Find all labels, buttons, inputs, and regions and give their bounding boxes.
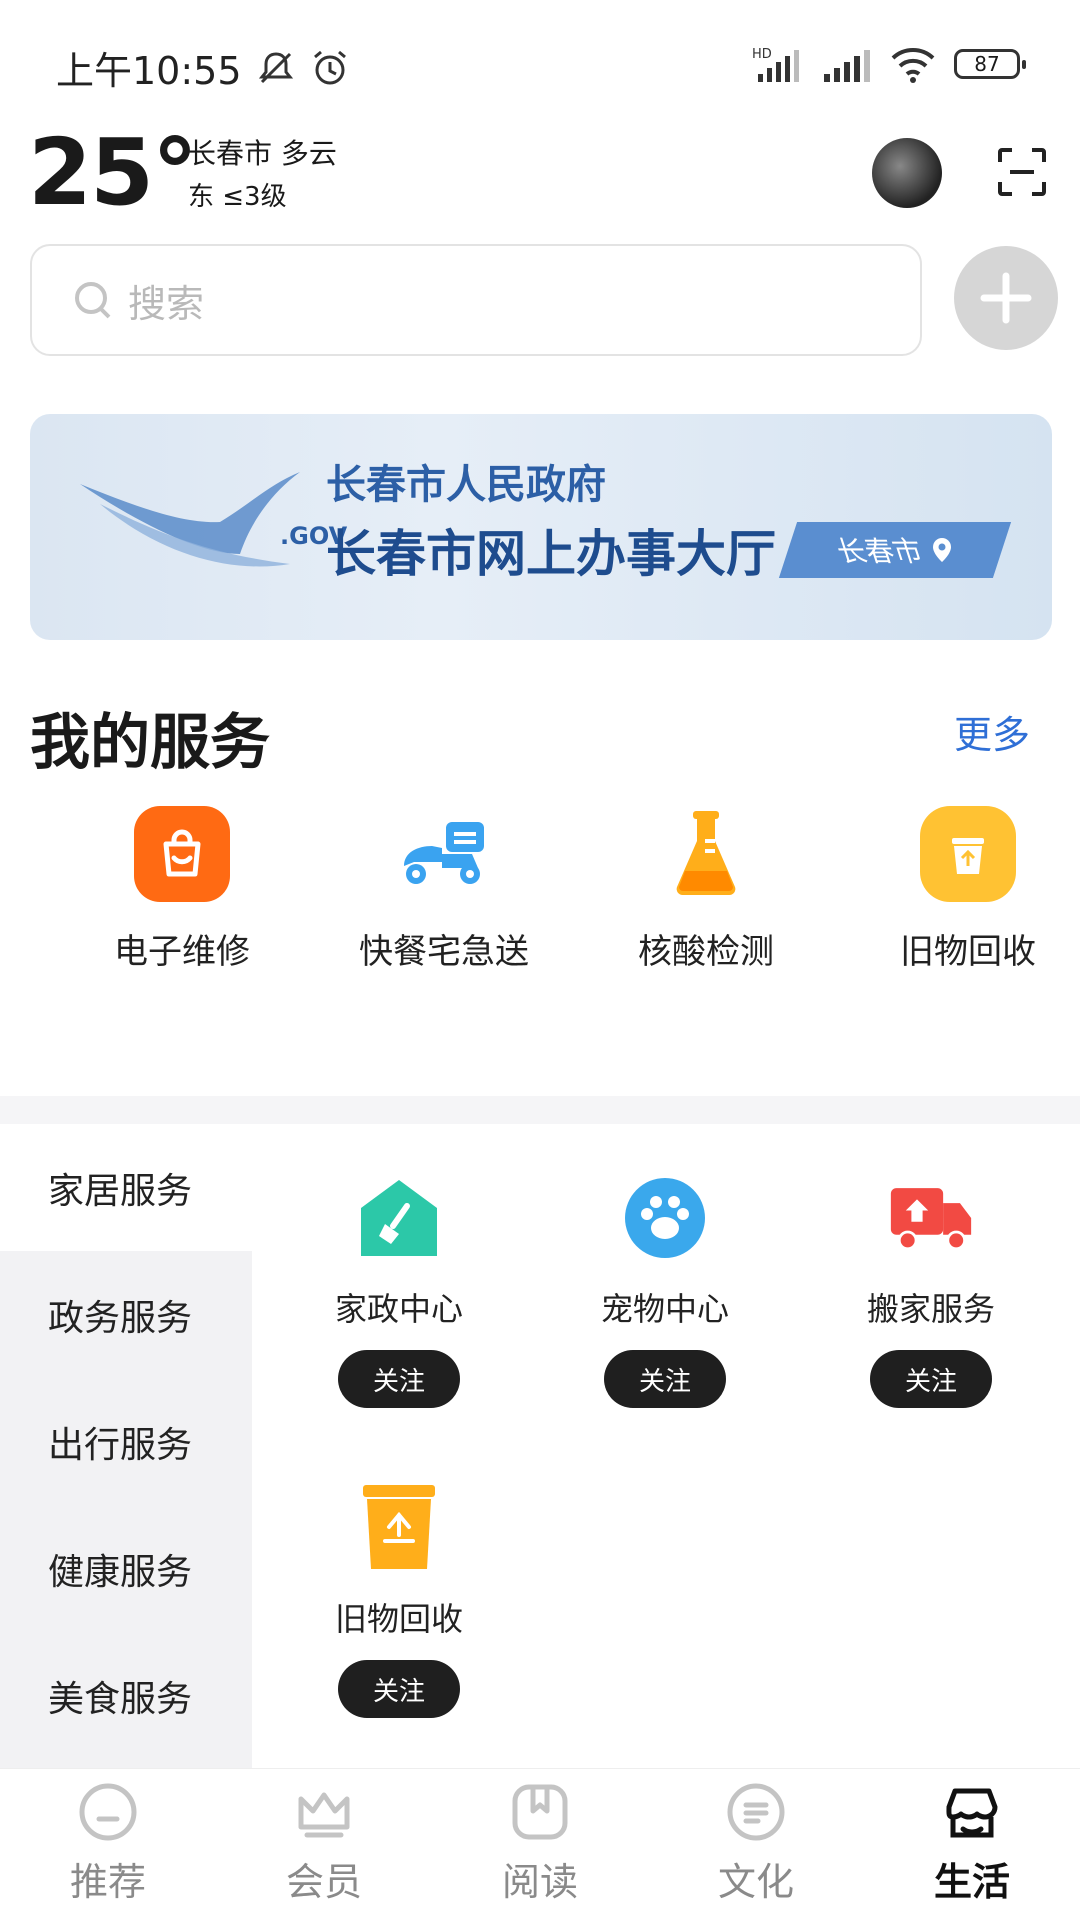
service-label: 核酸检测 [638, 932, 774, 972]
service-recycling[interactable]: 旧物回收 [868, 806, 1068, 973]
svg-text:HD: HD [752, 47, 772, 62]
life-shop-icon [946, 1788, 998, 1838]
gov-logo-icon: .GOV [80, 472, 348, 567]
category-health-services[interactable]: 健康服务 [0, 1505, 252, 1632]
follow-button[interactable]: 关注 [870, 1350, 992, 1408]
grid-item-label: 搬家服务 [866, 1290, 995, 1328]
moving-truck-icon [889, 1176, 973, 1260]
add-button[interactable] [954, 246, 1058, 350]
bottom-nav: 推荐 会员 阅读 文化 生活 [0, 1768, 1080, 1920]
recommend-icon [79, 1783, 137, 1841]
category-home-services[interactable]: 家居服务 [0, 1124, 252, 1251]
nav-label: 推荐 [69, 1860, 146, 1904]
nav-tab-reading[interactable]: 阅读 [432, 1769, 648, 1920]
paw-icon [623, 1176, 707, 1260]
nav-tab-member[interactable]: 会员 [216, 1769, 432, 1920]
battery-level: 87 [974, 52, 1000, 76]
banner-title-small: 长春市人民政府 [326, 462, 606, 508]
battery-indicator: 87 [954, 49, 1026, 79]
search-input[interactable]: 搜索 [30, 244, 922, 356]
category-government-services[interactable]: 政务服务 [0, 1251, 252, 1378]
app-screen: 上午10:55 HD 87 25° 长春市 多云 东 ≤3级 搜索 .GOV 长… [0, 0, 1080, 1920]
service-nucleic-test[interactable]: 核酸检测 [606, 806, 806, 973]
nav-tab-life[interactable]: 生活 [864, 1769, 1080, 1920]
banner-city-tag: 长春市 [778, 522, 1012, 578]
weather-temperature[interactable]: 25° [28, 127, 198, 219]
status-time-group: 上午10:55 [56, 40, 350, 95]
recycle-bin-icon [920, 806, 1016, 902]
service-electronic-repair[interactable]: 电子维修 [82, 806, 282, 973]
alarm-icon [313, 50, 346, 84]
book-icon [512, 1784, 568, 1840]
search-placeholder: 搜索 [128, 281, 205, 326]
crown-icon [298, 1792, 350, 1838]
follow-button[interactable]: 关注 [604, 1350, 726, 1408]
service-label: 旧物回收 [900, 932, 1036, 972]
weather-city-condition[interactable]: 长春市 多云 [188, 132, 337, 172]
service-label: 快餐宅急送 [359, 932, 529, 972]
nav-label: 生活 [933, 1860, 1010, 1904]
more-link[interactable]: 更多 [954, 704, 1030, 759]
document-icon [727, 1783, 785, 1841]
grid-item-label: 宠物中心 [600, 1290, 729, 1328]
nav-label: 文化 [717, 1860, 794, 1904]
recycle-bin-icon [357, 1485, 441, 1570]
banner-city-label: 长春市 [832, 535, 927, 568]
service-fast-delivery[interactable]: 快餐宅急送 [344, 806, 544, 973]
grid-item-recycling[interactable]: 旧物回收 关注 [284, 1485, 514, 1718]
grid-item-label: 家政中心 [334, 1290, 463, 1328]
search-icon [75, 282, 111, 319]
section-divider [0, 1096, 1080, 1124]
status-bar: 上午10:55 HD 87 [0, 0, 1080, 120]
grid-item-housekeeping[interactable]: 家政中心 关注 [284, 1176, 514, 1408]
gov-banner[interactable]: .GOV 长春市人民政府 长春市网上办事大厅 长春市 [30, 414, 1052, 640]
mute-icon [258, 51, 293, 83]
shopping-bag-icon [134, 806, 230, 902]
status-right: HD 87 [752, 44, 1026, 84]
nav-tab-recommend[interactable]: 推荐 [0, 1769, 216, 1920]
grid-item-pet-center[interactable]: 宠物中心 关注 [550, 1176, 780, 1408]
scooter-icon [396, 806, 492, 902]
category-sidebar: 家居服务 政务服务 出行服务 健康服务 美食服务 [0, 1124, 252, 1768]
weather-wind[interactable]: 东 ≤3级 [188, 176, 287, 213]
nav-label: 会员 [285, 1860, 362, 1904]
category-travel-services[interactable]: 出行服务 [0, 1378, 252, 1505]
status-time: 上午10:55 [56, 49, 242, 93]
category-food-services[interactable]: 美食服务 [0, 1632, 252, 1759]
house-broom-icon [357, 1176, 441, 1260]
location-pin-icon [933, 538, 951, 562]
follow-button[interactable]: 关注 [338, 1350, 460, 1408]
avatar[interactable] [872, 138, 942, 208]
wifi-icon [891, 48, 935, 83]
follow-button[interactable]: 关注 [338, 1660, 460, 1718]
signal-hd-icon: HD [752, 47, 799, 82]
grid-item-label: 旧物回收 [334, 1600, 463, 1638]
grid-item-moving[interactable]: 搬家服务 关注 [816, 1176, 1046, 1408]
nav-label: 阅读 [501, 1860, 578, 1904]
banner-title-large: 长春市网上办事大厅 [326, 525, 776, 583]
flask-icon [658, 806, 754, 902]
signal-icon [824, 50, 870, 82]
nav-tab-culture[interactable]: 文化 [648, 1769, 864, 1920]
my-services-title: 我的服务 [30, 708, 270, 778]
service-label: 电子维修 [114, 932, 250, 972]
scan-icon[interactable] [996, 146, 1048, 198]
plus-icon [980, 272, 1032, 324]
